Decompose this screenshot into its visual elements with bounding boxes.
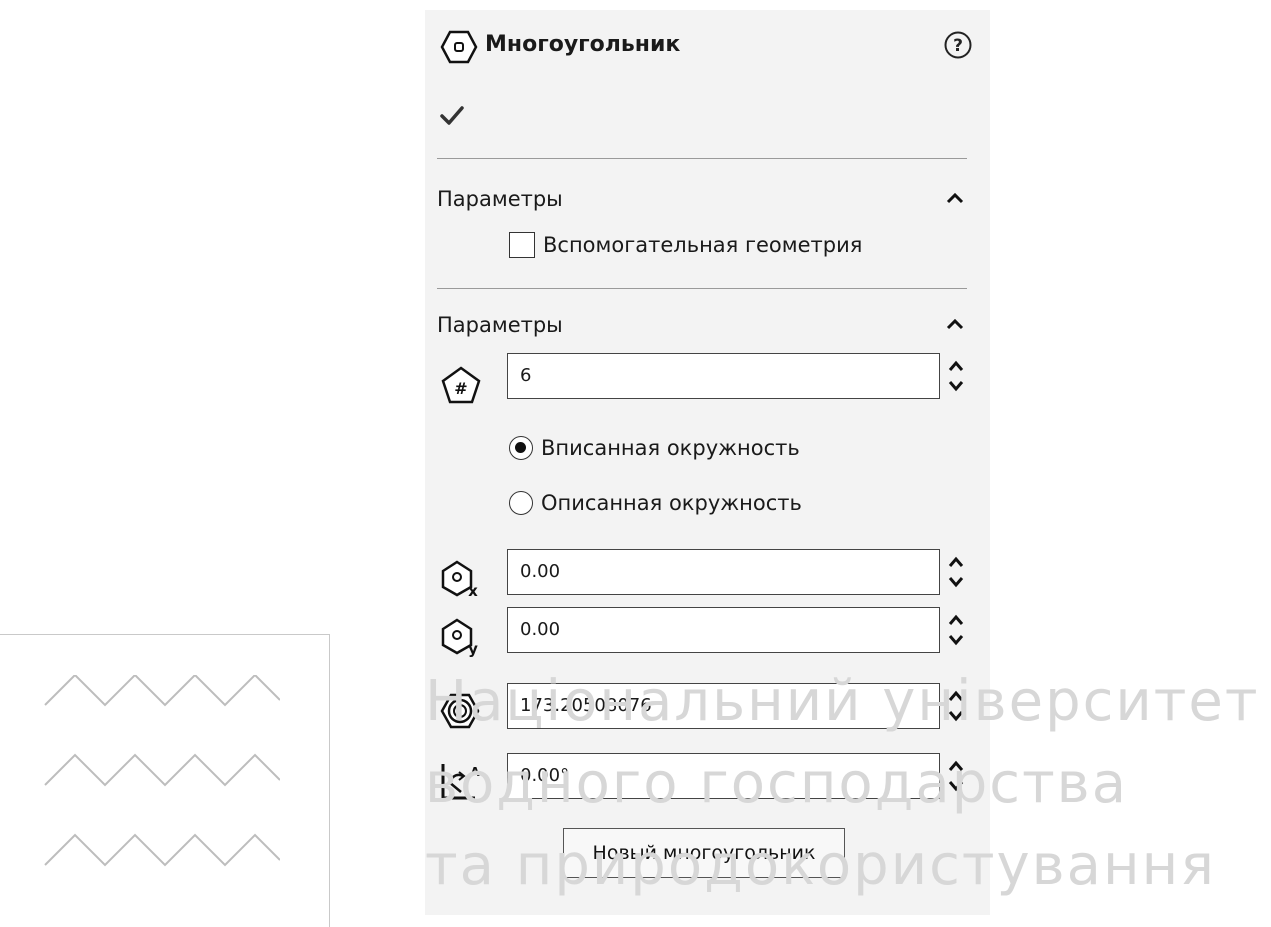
help-icon[interactable]: ? (943, 30, 973, 64)
construction-geometry-option[interactable]: Вписанная окружность Вспомогательная гео… (509, 232, 862, 258)
inscribed-circle-option[interactable]: Вписанная окружность (509, 436, 800, 460)
inscribed-circle-label: Вписанная окружность (541, 436, 800, 460)
center-y-input[interactable]: 0.00 (507, 607, 940, 653)
section-divider (437, 288, 967, 289)
center-x-icon: x (439, 559, 483, 603)
svg-text:#: # (454, 379, 467, 398)
watermark-logo (0, 634, 330, 927)
waves-logo-icon (44, 675, 280, 867)
checkbox-label: Вспомогательная геометрия (543, 233, 863, 257)
section-divider (437, 158, 967, 159)
circumscribed-circle-option[interactable]: Описанная окружность (509, 491, 802, 515)
circumscribed-circle-label: Описанная окружность (541, 491, 802, 515)
watermark-line-3: та природокористування (425, 833, 1216, 898)
center-x-spin-icon[interactable] (945, 549, 967, 595)
polygon-sides-icon: # (439, 365, 483, 409)
section-title-options: Параметры (437, 187, 563, 211)
center-x-input[interactable]: 0.00 (507, 549, 940, 595)
watermark-line-1: Національний університет (425, 669, 1260, 734)
chevron-up-icon[interactable] (945, 316, 965, 335)
sides-spin-icon[interactable] (945, 353, 967, 399)
svg-text:x: x (468, 582, 478, 599)
inscribed-circle-radio[interactable] (509, 436, 533, 460)
svg-text:?: ? (953, 36, 963, 56)
panel-title: Многоугольник (485, 32, 681, 57)
sides-count-input[interactable]: 6 (507, 353, 940, 399)
circumscribed-circle-radio[interactable] (509, 491, 533, 515)
svg-text:y: y (468, 640, 478, 657)
polygon-icon (440, 30, 478, 68)
center-y-spin-icon[interactable] (945, 607, 967, 653)
center-y-icon: y (439, 617, 483, 661)
checkmark-icon[interactable] (439, 104, 465, 130)
construction-geometry-checkbox[interactable] (509, 232, 535, 258)
watermark-line-2: водного господарства (425, 751, 1129, 816)
section-title-parameters: Параметры (437, 313, 563, 337)
chevron-up-icon[interactable] (945, 190, 965, 209)
